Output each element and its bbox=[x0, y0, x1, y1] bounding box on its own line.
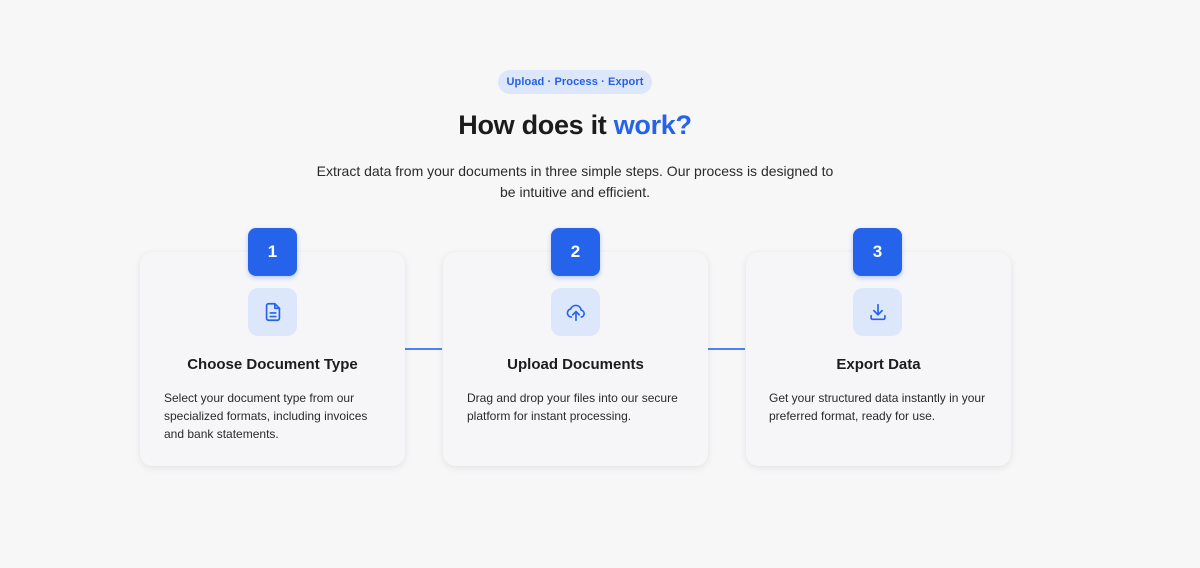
how-it-works-section: Upload · Process · Export How does it wo… bbox=[0, 0, 1200, 568]
step-title-2: Upload Documents bbox=[507, 356, 644, 373]
step-icon-box-2 bbox=[551, 288, 600, 336]
step-description-3: Get your structured data instantly in yo… bbox=[769, 391, 986, 423]
step-number-badge-2: 2 bbox=[551, 228, 600, 276]
step-connector-1 bbox=[405, 348, 442, 350]
step-number-badge-3: 3 bbox=[853, 228, 902, 276]
step-icon-box-1 bbox=[248, 288, 297, 336]
title-main: How does it bbox=[458, 110, 614, 140]
steps-badge: Upload · Process · Export bbox=[498, 70, 652, 94]
step-description-2: Drag and drop your files into our secure… bbox=[467, 391, 678, 423]
step-connector-2 bbox=[708, 348, 745, 350]
step-title-3: Export Data bbox=[836, 356, 921, 373]
document-icon bbox=[265, 302, 280, 322]
page-title: How does it work? bbox=[0, 110, 1150, 141]
download-icon bbox=[869, 303, 886, 321]
step-icon-box-3 bbox=[853, 288, 902, 336]
step-title-1: Choose Document Type bbox=[187, 356, 358, 373]
title-accent: work? bbox=[613, 110, 692, 140]
step-number-badge-1: 1 bbox=[248, 228, 297, 276]
step-description-1: Select your document type from our speci… bbox=[164, 391, 368, 441]
cloud-upload-icon bbox=[566, 304, 585, 322]
page-subtitle: Extract data from your documents in thre… bbox=[316, 163, 834, 200]
